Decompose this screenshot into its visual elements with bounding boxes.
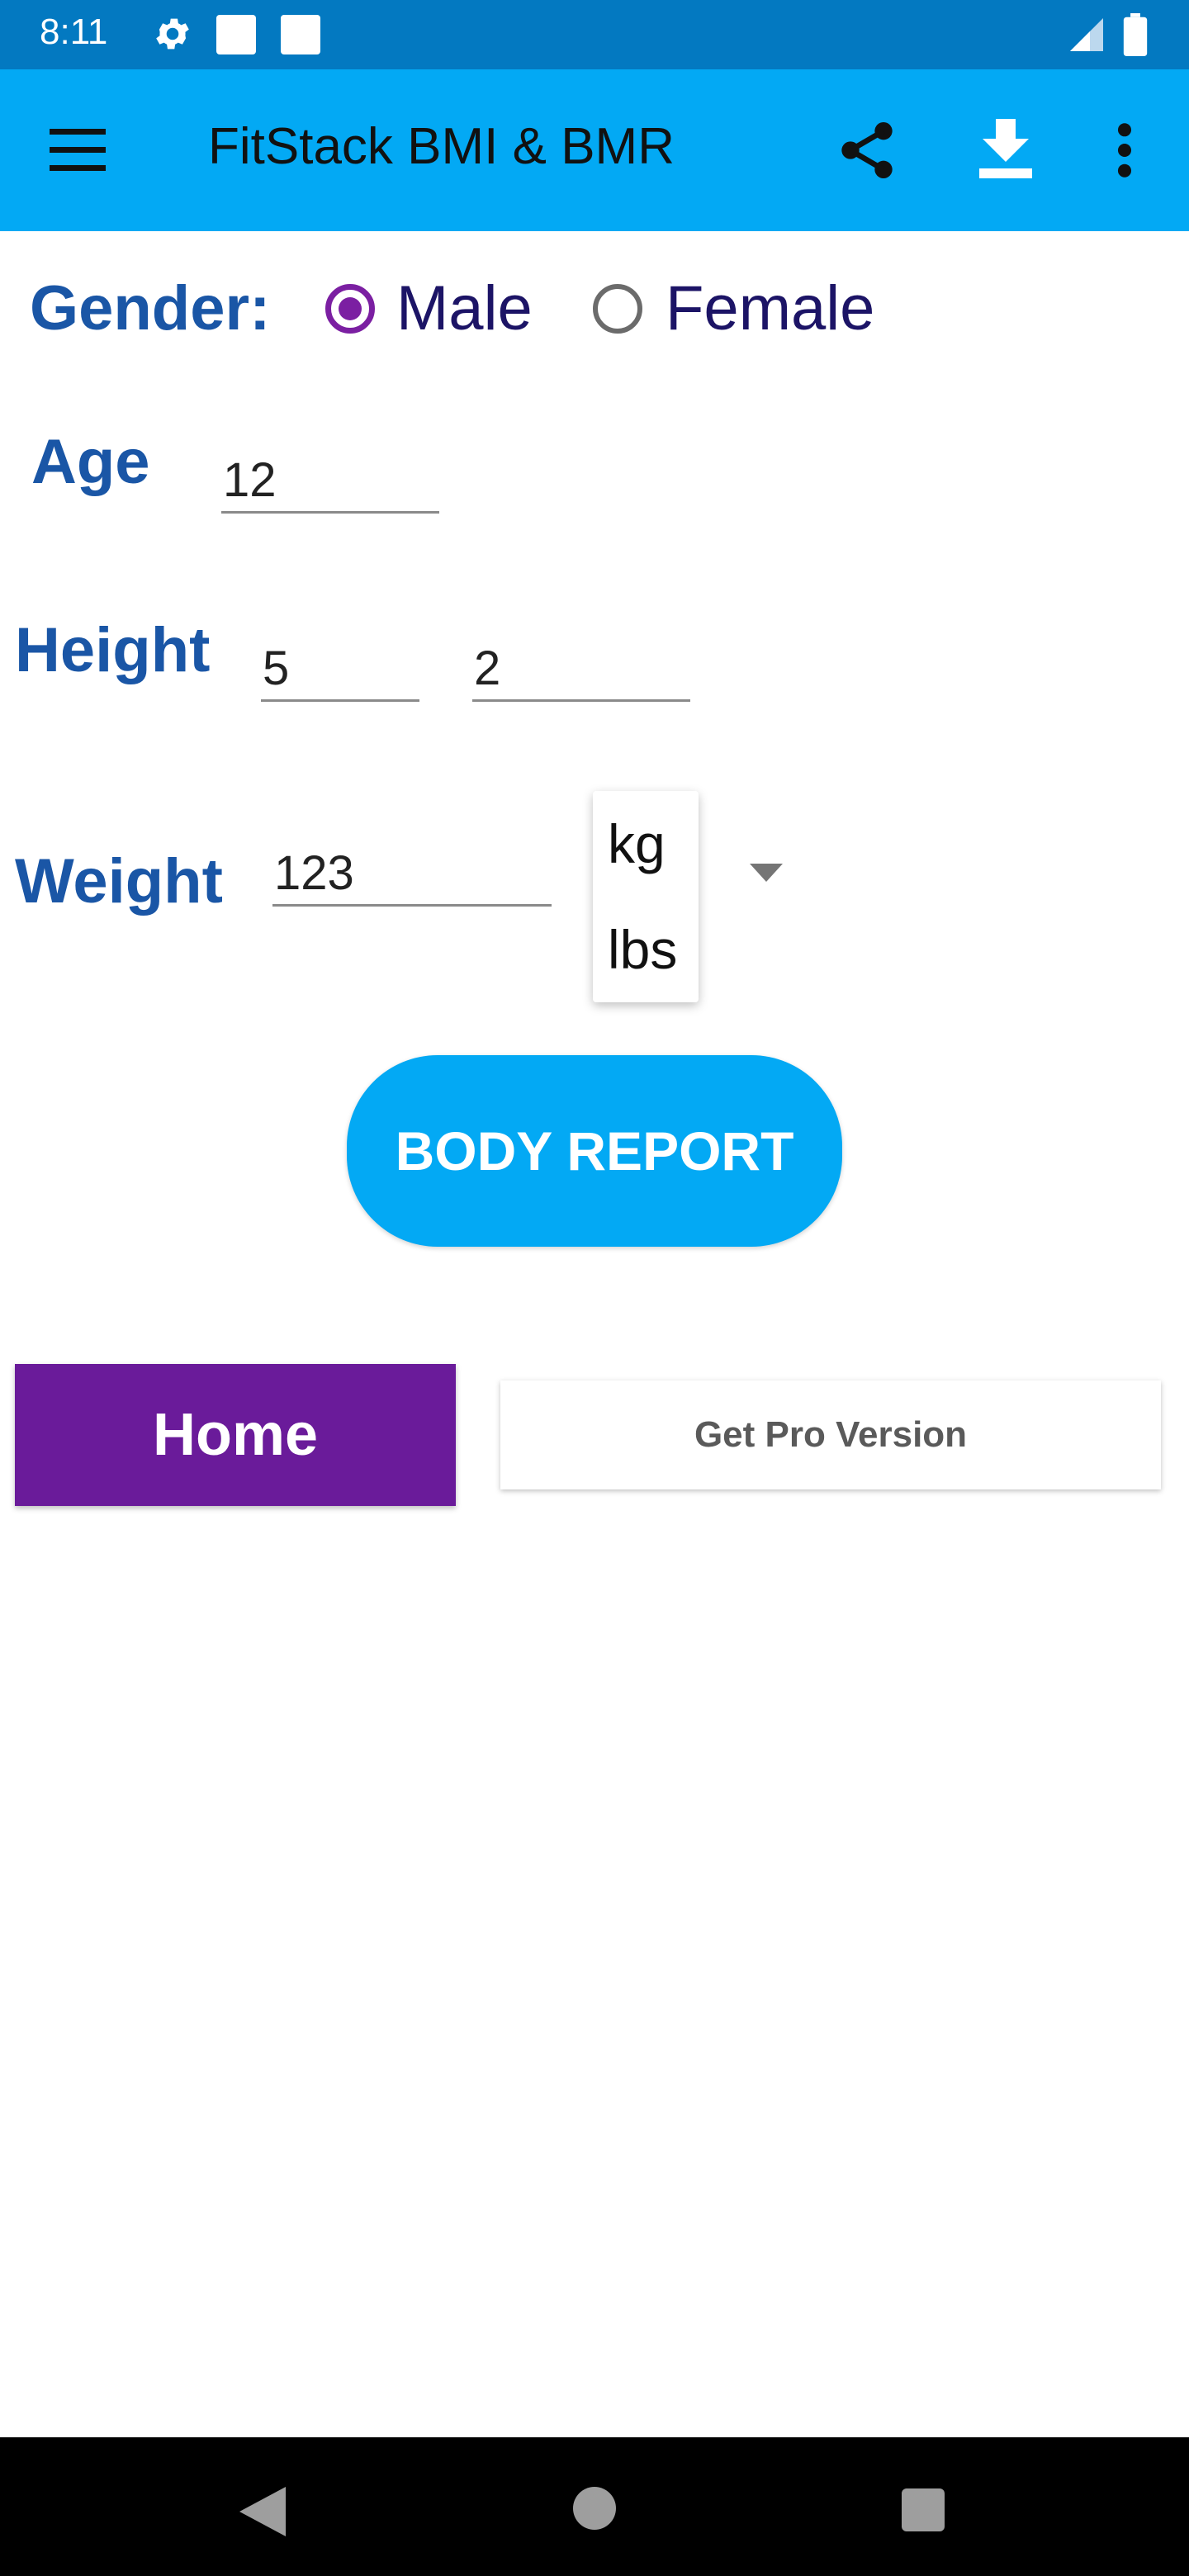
share-icon[interactable] <box>834 117 900 183</box>
weight-input[interactable]: 123 <box>272 841 552 907</box>
height-label: Height <box>15 615 211 685</box>
gender-label: Gender: <box>30 273 271 343</box>
menu-icon[interactable] <box>50 129 106 172</box>
notification-square-icon <box>216 15 256 54</box>
weight-label: Weight <box>15 846 223 916</box>
home-nav-icon[interactable] <box>573 2487 616 2530</box>
get-pro-button[interactable]: Get Pro Version <box>500 1380 1161 1489</box>
download-icon[interactable] <box>979 119 1032 178</box>
recents-icon[interactable] <box>902 2488 945 2531</box>
unit-option-kg[interactable]: kg <box>608 812 666 875</box>
status-bar: 8:11 <box>0 0 1189 69</box>
height-inches-input[interactable]: 2 <box>472 636 690 702</box>
body-report-button[interactable]: BODY REPORT <box>347 1055 842 1247</box>
app-title: FitStack BMI & BMR <box>208 118 675 175</box>
app-bar: FitStack BMI & BMR <box>0 69 1189 231</box>
signal-icon <box>1070 18 1103 51</box>
gear-icon <box>156 18 189 50</box>
height-feet-input[interactable]: 5 <box>261 636 419 702</box>
radio-male[interactable] <box>325 284 375 334</box>
radio-female[interactable] <box>593 284 642 334</box>
age-label: Age <box>31 427 150 497</box>
unit-option-lbs[interactable]: lbs <box>608 918 677 981</box>
back-icon[interactable] <box>239 2487 286 2536</box>
radio-female-label[interactable]: Female <box>666 272 874 344</box>
age-input[interactable]: 12 <box>221 447 439 514</box>
radio-male-label[interactable]: Male <box>396 272 533 344</box>
battery-icon <box>1123 13 1148 56</box>
dropdown-arrow-icon[interactable] <box>750 864 783 882</box>
navigation-bar <box>0 2437 1189 2576</box>
status-time: 8:11 <box>40 12 108 52</box>
unit-dropdown-menu: kg lbs <box>593 791 699 1002</box>
more-vert-icon[interactable] <box>1115 122 1135 178</box>
notification-square-icon <box>281 15 320 54</box>
home-button[interactable]: Home <box>15 1364 456 1506</box>
